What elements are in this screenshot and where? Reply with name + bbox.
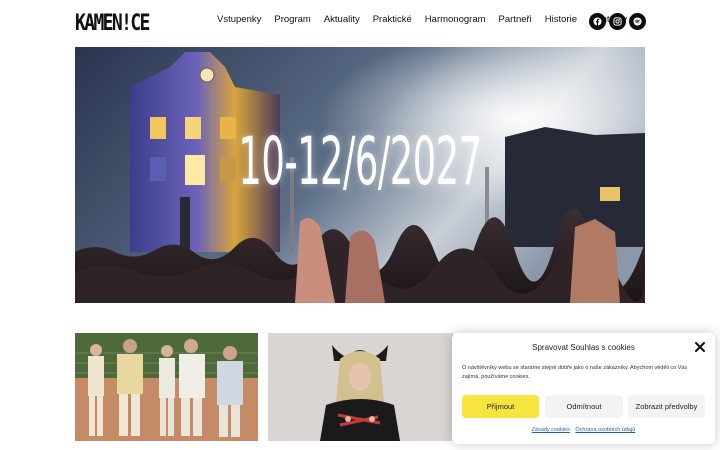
main-nav: Vstupenky Program Aktuality Praktické Ha… [217,14,640,25]
festival-dates: 10-12/6/2027 [238,123,482,200]
cookie-policy-link[interactable]: Zásady cookies [532,427,570,433]
program-card-band[interactable] [75,333,258,441]
cookie-consent-dialog: Spravovat Souhlas s cookies O návštěvník… [452,333,715,444]
accept-cookies-button[interactable]: Přijmout [462,395,539,418]
cookie-links: Zásady cookies Ochrana osobních údajů [452,427,715,433]
site-logo[interactable]: KAMEN!CE [75,10,150,36]
band-photo [75,333,258,441]
instagram-icon[interactable] [609,13,626,30]
nav-item-partneri[interactable]: Partneři [499,14,532,25]
nav-item-program[interactable]: Program [274,14,310,25]
close-icon[interactable] [694,341,706,353]
facebook-icon[interactable] [589,13,606,30]
nav-item-prakticke[interactable]: Praktické [373,14,412,25]
cookie-dialog-title: Spravovat Souhlas s cookies [532,343,635,352]
social-links [589,13,646,30]
program-card-artist[interactable] [268,333,453,441]
nav-item-harmonogram[interactable]: Harmonogram [425,14,486,25]
hero-banner: 10-12/6/2027 [75,47,645,303]
nav-item-aktuality[interactable]: Aktuality [324,14,360,25]
view-preferences-button[interactable]: Zobrazit předvolby [628,395,705,418]
nav-item-historie[interactable]: Historie [545,14,577,25]
artist-photo [268,333,453,441]
nav-item-vstupenky[interactable]: Vstupenky [217,14,261,25]
spotify-icon[interactable] [629,13,646,30]
cookie-dialog-text: O návštěvníky webu se staráme stejně dob… [462,365,688,380]
privacy-policy-link[interactable]: Ochrana osobních údajů [575,427,635,433]
deny-cookies-button[interactable]: Odmítnout [545,395,623,418]
